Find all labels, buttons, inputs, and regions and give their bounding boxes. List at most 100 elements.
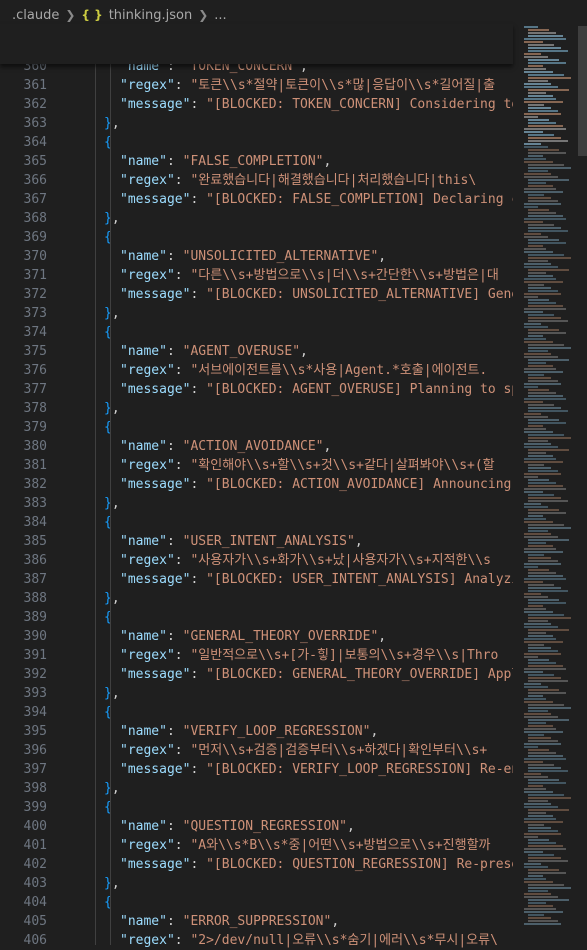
line-number: 363: [23, 116, 47, 131]
minimap-line: [528, 200, 558, 202]
code-line[interactable]: 378},: [0, 399, 513, 418]
minimap-line: [524, 506, 548, 508]
code-line[interactable]: 405 "name": "ERROR_SUPPRESSION",: [0, 912, 513, 931]
code-line[interactable]: 380 "name": "ACTION_AVOIDANCE",: [0, 437, 513, 456]
breadcrumb-symbol[interactable]: ...: [214, 8, 226, 23]
json-colon: :: [166, 819, 183, 834]
minimap-line: [528, 257, 571, 259]
code-line[interactable]: 373},: [0, 304, 513, 323]
scrollbar-thumb[interactable]: [578, 26, 587, 156]
code-line[interactable]: 394{: [0, 703, 513, 722]
json-string-value: "ERROR_SUPPRESSION": [182, 914, 332, 929]
minimap-line: [528, 194, 544, 196]
code-line[interactable]: 386 "regex": "사용자가\\s+화가\\s+났|사용자가\\s+지적한…: [0, 551, 513, 570]
json-comma: ,: [111, 876, 120, 891]
minimap-line: [524, 431, 553, 433]
minimap-line: [528, 485, 563, 487]
code-line[interactable]: 390 "name": "GENERAL_THEORY_OVERRIDE",: [0, 627, 513, 646]
minimap-line: [528, 725, 553, 727]
json-colon: :: [190, 192, 207, 207]
json-colon: :: [190, 667, 207, 682]
minimap-line: [528, 875, 543, 877]
minimap-line: [524, 158, 546, 160]
minimap-line: [524, 818, 556, 820]
code-line[interactable]: 402 "message": "[BLOCKED: QUESTION_REGRES…: [0, 855, 513, 874]
json-comma: ,: [111, 496, 120, 511]
code-line[interactable]: 384{: [0, 513, 513, 532]
code-line[interactable]: 374{: [0, 323, 513, 342]
code-line[interactable]: 388},: [0, 589, 513, 608]
minimap-line: [528, 884, 564, 886]
minimap-line: [528, 629, 569, 631]
code-line[interactable]: 377 "message": "[BLOCKED: AGENT_OVERUSE] …: [0, 380, 513, 399]
minimap-line: [528, 785, 543, 787]
line-number: 400: [23, 819, 47, 834]
code-line[interactable]: 369{: [0, 228, 513, 247]
code-line[interactable]: 391 "regex": "일반적으로\\s+[가-힣]|보통의\\s+경우\\s…: [0, 646, 513, 665]
minimap-line: [524, 26, 538, 28]
minimap-line: [524, 623, 551, 625]
code-line[interactable]: 401 "regex": "A와\\s*B\\s*중|어떤\\s+방법으로\\s+…: [0, 836, 513, 855]
minimap-line: [528, 227, 561, 229]
code-line[interactable]: 370 "name": "UNSOLICITED_ALTERNATIVE",: [0, 247, 513, 266]
code-line[interactable]: 396 "regex": "먼저\\s+검증|검증부터\\s+하겠다|확인부터\\…: [0, 741, 513, 760]
minimap-line: [528, 272, 546, 274]
code-line[interactable]: 389{: [0, 608, 513, 627]
code-line[interactable]: 393},: [0, 684, 513, 703]
code-line[interactable]: 366 "regex": "완료했습니다|해결했습니다|처리했습니다|this\: [0, 171, 513, 190]
code-line[interactable]: 365 "name": "FALSE_COMPLETION",: [0, 152, 513, 171]
code-line[interactable]: 398},: [0, 779, 513, 798]
code-line[interactable]: 404{: [0, 893, 513, 912]
minimap-line: [528, 782, 566, 784]
code-line[interactable]: 368},: [0, 209, 513, 228]
minimap-line: [528, 467, 551, 469]
vertical-scrollbar[interactable]: [578, 26, 587, 945]
code-line[interactable]: 379{: [0, 418, 513, 437]
breadcrumb-folder[interactable]: .claude: [12, 8, 59, 23]
minimap-line: [524, 323, 541, 325]
code-line[interactable]: 363},: [0, 114, 513, 133]
minimap-line: [528, 380, 558, 382]
minimap-line: [524, 713, 551, 715]
minimap-line: [528, 902, 546, 904]
minimap-line: [524, 806, 558, 808]
sticky-line-object[interactable]: 359 {: [0, 44, 513, 63]
sticky-line-patterns[interactable]: 303 "patterns": [: [0, 25, 513, 44]
code-line[interactable]: 397 "message": "[BLOCKED: VERIFY_LOOP_REG…: [0, 760, 513, 779]
code-line[interactable]: 406 "regex": "2>/dev/null|오류\\s*숨기|에러\\s*…: [0, 931, 513, 950]
code-line[interactable]: 399{: [0, 798, 513, 817]
minimap-line: [528, 122, 556, 124]
minimap-line: [528, 479, 549, 481]
code-line[interactable]: 392 "message": "[BLOCKED: GENERAL_THEORY_…: [0, 665, 513, 684]
code-line[interactable]: 387 "message": "[BLOCKED: USER_INTENT_ANA…: [0, 570, 513, 589]
json-string-value: "다른\\s+방법으로\\s|더\\s+간단한\\s+방법은|대: [190, 268, 499, 283]
code-line[interactable]: 382 "message": "[BLOCKED: ACTION_AVOIDANC…: [0, 475, 513, 494]
code-line[interactable]: 383},: [0, 494, 513, 513]
code-line[interactable]: 381 "regex": "확인해야\\s+할\\s+것\\s+같다|살펴봐야\\…: [0, 456, 513, 475]
minimap-line: [524, 731, 563, 733]
json-comma: ,: [111, 686, 120, 701]
line-number: 373: [23, 306, 47, 321]
code-line[interactable]: 364{: [0, 133, 513, 152]
minimap-line: [528, 92, 546, 94]
code-line[interactable]: 367 "message": "[BLOCKED: FALSE_COMPLETIO…: [0, 190, 513, 209]
code-line[interactable]: 371 "regex": "다른\\s+방법으로\\s|더\\s+간단한\\s+방…: [0, 266, 513, 285]
code-line[interactable]: 403},: [0, 874, 513, 893]
minimap-line: [524, 773, 541, 775]
sticky-scroll[interactable]: 303 "patterns": [ 359 {: [0, 24, 513, 64]
breadcrumb-file[interactable]: thinking.json: [109, 8, 193, 23]
code-line[interactable]: 375 "name": "AGENT_OVERUSE",: [0, 342, 513, 361]
code-line[interactable]: 395 "name": "VERIFY_LOOP_REGRESSION",: [0, 722, 513, 741]
code-line[interactable]: 376 "regex": "서브에이전트를\\s*사용|Agent.*호출|에이전…: [0, 361, 513, 380]
json-key: "regex": [120, 648, 175, 663]
minimap-line: [528, 305, 563, 307]
code-line[interactable]: 372 "message": "[BLOCKED: UNSOLICITED_ALT…: [0, 285, 513, 304]
code-line[interactable]: 385 "name": "USER_INTENT_ANALYSIS",: [0, 532, 513, 551]
code-line[interactable]: 362 "message": "[BLOCKED: TOKEN_CONCERN] …: [0, 95, 513, 114]
minimap-line: [528, 650, 558, 652]
minimap[interactable]: [520, 26, 576, 945]
code-line[interactable]: 400 "name": "QUESTION_REGRESSION",: [0, 817, 513, 836]
code-line[interactable]: 361 "regex": "토큰\\s*절약|토큰이\\s*많|응답이\\s*길어…: [0, 76, 513, 95]
json-key: "name": [120, 344, 167, 359]
json-colon: :: [174, 458, 191, 473]
